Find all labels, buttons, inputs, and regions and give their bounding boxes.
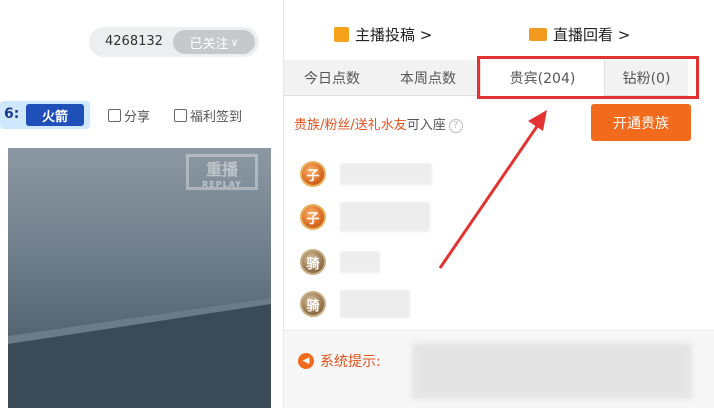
page-root: 4268132 已关注 ∨ 6: 火箭 分享 福利签到 重播 REPLAY 主播… <box>0 0 714 408</box>
rank-badge[interactable]: 6: 火箭 <box>0 101 90 129</box>
video-player[interactable]: 重播 REPLAY <box>8 148 271 408</box>
help-icon[interactable]: ? <box>448 119 463 133</box>
share-label: 分享 <box>124 110 151 125</box>
checkin-label: 福利签到 <box>190 110 243 125</box>
tab-today-points[interactable]: 今日点数 <box>284 60 380 96</box>
replay-watermark-subtitle: REPLAY <box>202 179 242 189</box>
vip-user-row[interactable]: 骑 <box>300 290 410 318</box>
notice-seat-text: 可入座 <box>406 118 446 133</box>
nobility-medal-icon: 骑 <box>300 249 326 275</box>
rank-badge-prefix: 6: <box>4 106 20 122</box>
submissions-link[interactable]: 主播投稿 > <box>334 24 432 45</box>
user-name-blurred <box>340 251 380 273</box>
vip-user-row[interactable]: 子 <box>300 202 430 232</box>
tab-label: 今日点数 <box>304 71 360 87</box>
share-button[interactable]: 分享 <box>108 106 150 125</box>
submissions-icon <box>334 27 349 42</box>
open-nobility-button[interactable]: 开通贵族 <box>591 104 691 141</box>
follower-count: 4268132 <box>105 34 163 49</box>
nobility-medal-icon: 子 <box>300 161 326 187</box>
follow-button[interactable]: 已关注 ∨ <box>173 30 255 54</box>
follow-bar: 4268132 已关注 ∨ <box>89 27 259 57</box>
rank-badge-name: 火箭 <box>26 104 84 126</box>
user-name-blurred <box>340 163 432 185</box>
video-camera-icon <box>529 28 547 41</box>
seat-notice: 贵族/粉丝/送礼水友可入座? <box>294 114 463 133</box>
system-notice-text: 系统提示: <box>320 354 381 370</box>
share-icon <box>108 109 121 122</box>
notice-eligible-text: 贵族/粉丝/送礼水友 <box>294 118 407 133</box>
left-pane: 4268132 已关注 ∨ 6: 火箭 分享 福利签到 重播 REPLAY <box>0 0 283 408</box>
vip-user-row[interactable]: 骑 <box>300 248 380 276</box>
user-name-blurred <box>340 202 430 232</box>
replay-label: 直播回看 > <box>553 26 631 44</box>
tab-label: 本周点数 <box>400 71 456 87</box>
system-message-blurred <box>412 343 692 399</box>
follow-button-label: 已关注 <box>189 36 229 52</box>
system-message-area: ◀ 系统提示: <box>284 330 714 408</box>
replay-link[interactable]: 直播回看 > <box>529 24 630 45</box>
user-name-blurred <box>340 290 410 318</box>
speaker-icon: ◀ <box>298 353 314 369</box>
checkin-button[interactable]: 福利签到 <box>174 106 242 125</box>
vip-user-row[interactable]: 子 <box>300 160 432 188</box>
nobility-medal-icon: 骑 <box>300 291 326 317</box>
replay-watermark-title: 重播 <box>205 159 238 179</box>
submissions-label: 主播投稿 > <box>355 26 433 44</box>
chevron-down-icon: ∨ <box>230 35 239 49</box>
system-notice-label: ◀ 系统提示: <box>298 351 381 371</box>
calendar-check-icon <box>174 109 187 122</box>
right-panel: 主播投稿 > 直播回看 > 今日点数 本周点数 贵宾(204) 钻粉(0) 贵族… <box>283 0 714 408</box>
replay-watermark: 重播 REPLAY <box>186 154 258 190</box>
tab-week-points[interactable]: 本周点数 <box>380 60 476 96</box>
panel-top-links: 主播投稿 > 直播回看 > <box>284 14 714 54</box>
annotation-highlight-box <box>477 56 699 99</box>
nobility-medal-icon: 子 <box>300 204 326 230</box>
